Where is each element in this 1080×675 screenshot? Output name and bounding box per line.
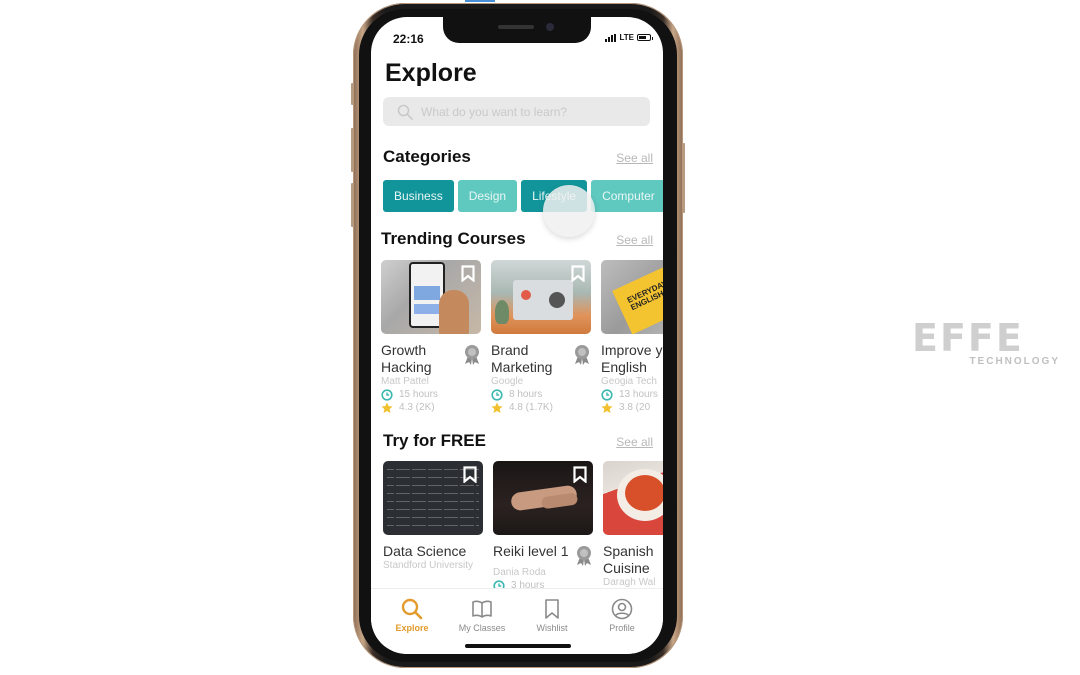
course-title: Improve your English: [601, 342, 663, 375]
volume-down-button: [351, 183, 354, 227]
battery-icon: [637, 34, 653, 41]
course-title: Growth Hacking: [381, 342, 432, 375]
search-input[interactable]: [421, 104, 641, 119]
top-indicator: [465, 0, 495, 2]
network-label: LTE: [619, 33, 634, 42]
course-thumbnail: [383, 461, 483, 535]
trending-title: Trending Courses: [381, 229, 526, 248]
app-screen: 22:16 LTE Explore Categories See all Bus…: [371, 17, 663, 654]
course-title: Reiki level 1: [493, 543, 569, 559]
home-indicator[interactable]: [465, 644, 571, 648]
category-chip-business[interactable]: Business: [383, 180, 454, 212]
front-camera: [546, 23, 554, 31]
bookmark-icon[interactable]: [463, 466, 477, 483]
course-title: Data Science: [383, 543, 467, 559]
bookmark-icon[interactable]: [573, 466, 587, 483]
page-title: Explore: [385, 59, 477, 87]
bookmark-icon[interactable]: [571, 265, 585, 282]
free-title: Try for FREE: [383, 431, 486, 450]
category-chip-computer[interactable]: Computer: [591, 180, 663, 212]
course-org: Matt Pattel: [381, 376, 429, 387]
free-see-all-link[interactable]: See all: [616, 435, 653, 449]
course-card[interactable]: Brand Marketing Google 8 hours 4.8 (1.7K…: [491, 260, 591, 414]
clock-icon: [491, 388, 503, 401]
course-org: Geogia Tech: [601, 376, 657, 387]
course-title: Spanish Cuisine: [603, 543, 654, 576]
tab-profile[interactable]: Profile: [588, 597, 656, 654]
star-icon: [601, 402, 613, 413]
free-courses-row: Data Science Standford University Reiki …: [383, 461, 663, 592]
course-card[interactable]: Spanish Cuisine Daragh Wal: [603, 461, 663, 592]
course-rating: 3.8 (20: [601, 401, 663, 414]
stage: 22:16 LTE Explore Categories See all Bus…: [0, 0, 1080, 675]
course-card[interactable]: Improve your English Geogia Tech 13 hour…: [601, 260, 663, 414]
volume-up-button: [351, 128, 354, 172]
phone-frame: 22:16 LTE Explore Categories See all Bus…: [351, 3, 685, 668]
touch-indicator: [543, 185, 595, 237]
notch: [443, 17, 591, 43]
search-bar[interactable]: [383, 97, 650, 126]
course-rating: 4.3 (2K): [381, 401, 481, 414]
speaker: [498, 25, 534, 29]
status-time: 22:16: [393, 32, 424, 46]
trending-header: Trending Courses See all: [381, 229, 653, 249]
star-icon: [381, 402, 393, 413]
course-card[interactable]: Reiki level 1 Dania Roda 3 hours: [493, 461, 593, 592]
course-thumbnail: [601, 260, 663, 334]
course-title: Brand Marketing: [491, 342, 553, 375]
course-card[interactable]: Data Science Standford University: [383, 461, 483, 592]
certificate-badge-icon: [577, 546, 591, 566]
certificate-badge-icon: [465, 345, 479, 365]
category-chips: Business Design Lifestyle Computer: [383, 180, 663, 212]
search-icon: [397, 104, 413, 120]
logo-main-text: EFFE: [912, 316, 1024, 360]
effe-technology-logo: EFFE TECHNOLOGY: [912, 316, 1060, 367]
search-icon: [401, 598, 423, 620]
course-card[interactable]: Growth Hacking Matt Pattel 15 hours 4.3 …: [381, 260, 481, 414]
free-header: Try for FREE See all: [383, 431, 653, 451]
mute-switch: [351, 83, 354, 105]
course-rating: 4.8 (1.7K): [491, 401, 591, 414]
course-org: Google: [491, 376, 524, 387]
categories-see-all-link[interactable]: See all: [616, 151, 653, 165]
categories-header: Categories See all: [383, 147, 653, 167]
course-org: Standford University: [383, 560, 474, 571]
course-thumbnail: [381, 260, 481, 334]
course-duration: 8 hours: [491, 388, 591, 401]
trending-see-all-link[interactable]: See all: [616, 233, 653, 247]
course-org: Dania Roda: [493, 567, 546, 578]
clock-icon: [601, 388, 613, 401]
course-duration: 13 hours: [601, 388, 663, 401]
power-button: [682, 143, 685, 213]
course-thumbnail: [493, 461, 593, 535]
course-thumbnail: [603, 461, 663, 535]
course-duration: 15 hours: [381, 388, 481, 401]
category-chip-design[interactable]: Design: [457, 180, 518, 212]
bookmark-icon[interactable]: [461, 265, 475, 282]
clock-icon: [381, 388, 393, 401]
star-icon: [491, 402, 503, 413]
trending-courses-row: Growth Hacking Matt Pattel 15 hours 4.3 …: [381, 260, 663, 414]
status-indicators: LTE: [605, 33, 653, 42]
course-thumbnail: [491, 260, 591, 334]
categories-title: Categories: [383, 147, 471, 166]
book-icon: [472, 600, 492, 618]
bookmark-icon: [545, 599, 559, 619]
signal-icon: [605, 33, 617, 42]
tab-explore[interactable]: Explore: [378, 597, 446, 654]
certificate-badge-icon: [575, 345, 589, 365]
profile-icon: [611, 598, 633, 620]
